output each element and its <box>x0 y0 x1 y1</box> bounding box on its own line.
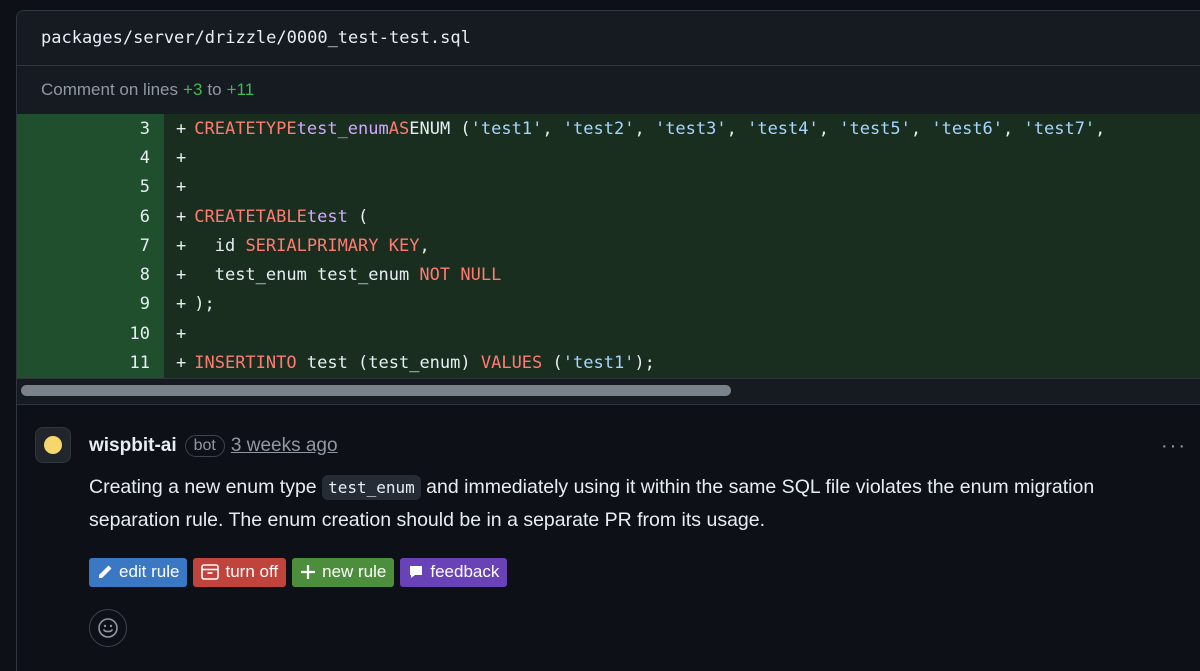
plus-icon <box>301 565 316 580</box>
review-comment-panel: packages/server/drizzle/0000_test-test.s… <box>16 10 1200 671</box>
line-content: + CREATE TABLE test ( <box>164 201 1200 232</box>
line-content: + CREATE TYPE test_enum AS ENUM ('test1',… <box>164 114 1200 144</box>
line-content: + INSERT INTO test (test_enum) VALUES ('t… <box>164 348 1200 378</box>
comment-body: Creating a new enum type test_enum and i… <box>89 474 1095 531</box>
line-number[interactable]: 11 <box>17 348 164 378</box>
line-content: + test_enum test_enum NOT NULL <box>164 260 1200 290</box>
bot-badge: bot <box>184 434 225 457</box>
scrollbar-thumb[interactable] <box>21 384 731 396</box>
horizontal-scrollbar[interactable] <box>17 377 1200 405</box>
code-line: 3 + CREATE TYPE test_enum AS ENUM ('test1… <box>17 114 1200 144</box>
line-number[interactable]: 4 <box>17 143 164 173</box>
line-number[interactable]: 8 <box>17 260 164 290</box>
review-comment: wispbit-ai bot 3 weeks ago ··· Creating … <box>17 405 1200 671</box>
file-path-header: packages/server/drizzle/0000_test-test.s… <box>17 11 1200 66</box>
code-line: 4 + <box>17 143 1200 173</box>
add-reaction-button[interactable] <box>89 608 127 647</box>
file-path[interactable]: packages/server/drizzle/0000_test-test.s… <box>41 28 471 48</box>
code-line: 7 + id SERIAL PRIMARY KEY, <box>17 231 1200 261</box>
range-end: +11 <box>226 80 255 99</box>
pencil-icon <box>99 565 112 579</box>
code-line: 8 + test_enum test_enum NOT NULL <box>17 260 1200 290</box>
code-snippet: 3 + CREATE TYPE test_enum AS ENUM ('test1… <box>17 114 1200 378</box>
inline-code: test_enum <box>322 474 421 500</box>
code-line: 11 + INSERT INTO test (test_enum) VALUES … <box>17 348 1200 378</box>
range-start: +3 <box>183 80 203 99</box>
new-rule-button[interactable]: new rule <box>292 557 395 587</box>
comment-header: wispbit-ai bot 3 weeks ago <box>89 429 1199 463</box>
feedback-button[interactable]: feedback <box>400 557 508 587</box>
line-number[interactable]: 6 <box>17 201 164 232</box>
speech-bubble-icon <box>410 566 423 579</box>
code-line: 6 + CREATE TABLE test ( <box>17 201 1200 232</box>
line-number[interactable]: 9 <box>17 289 164 320</box>
line-content: + <box>164 172 1200 202</box>
edit-rule-button[interactable]: edit rule <box>89 557 188 587</box>
line-content: + <box>164 319 1200 349</box>
avatar[interactable] <box>35 426 71 463</box>
line-content: + id SERIAL PRIMARY KEY, <box>164 231 1200 261</box>
line-number[interactable]: 3 <box>17 114 164 144</box>
line-number[interactable]: 5 <box>17 172 164 202</box>
code-line: 5 + <box>17 172 1200 202</box>
code-line: 10 + <box>17 319 1200 349</box>
code-line: 9 +); <box>17 289 1200 320</box>
line-content: +); <box>164 289 1200 320</box>
line-number[interactable]: 10 <box>17 319 164 349</box>
turn-off-button[interactable]: turn off <box>193 557 287 587</box>
author-link[interactable]: wispbit-ai <box>89 435 177 457</box>
comment-range-label: Comment on lines +3 to +11 <box>17 66 1200 114</box>
action-buttons: edit rule turn off new rule feedback <box>89 557 1199 587</box>
avatar-dot-icon <box>44 435 62 454</box>
line-content: + <box>164 143 1200 173</box>
timestamp-link[interactable]: 3 weeks ago <box>231 435 338 457</box>
archive-icon <box>201 564 220 580</box>
smiley-icon <box>98 617 118 638</box>
line-number[interactable]: 7 <box>17 231 164 261</box>
more-options-icon[interactable]: ··· <box>1161 435 1187 458</box>
